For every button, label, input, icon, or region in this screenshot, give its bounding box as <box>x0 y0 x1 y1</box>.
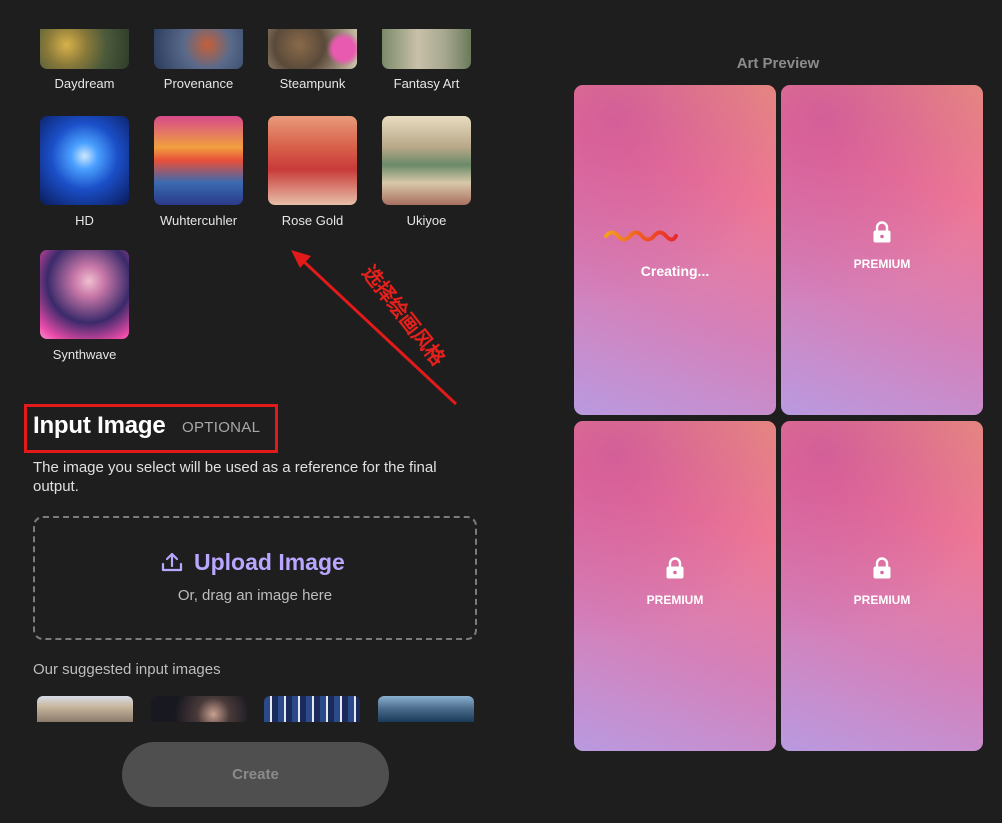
input-image-title: Input Image <box>33 412 166 439</box>
lock-icon <box>873 557 891 579</box>
upload-icon <box>161 552 183 572</box>
art-preview-title: Art Preview <box>736 55 820 72</box>
create-button[interactable]: Create <box>122 742 389 807</box>
preview-card-2[interactable]: PREMIUM <box>781 85 983 415</box>
optional-label: OPTIONAL <box>182 419 261 436</box>
suggested-images-title: Our suggested input images <box>33 661 221 678</box>
upload-image-button[interactable]: Upload Image <box>194 549 345 576</box>
preview-card-1: Creating... <box>574 85 776 415</box>
upload-dropzone[interactable] <box>33 516 477 640</box>
wave-loader-icon <box>604 230 678 242</box>
premium-label: PREMIUM <box>646 593 704 607</box>
input-image-description: The image you select will be used as a r… <box>33 459 437 495</box>
suggested-image-corridor[interactable] <box>264 696 360 722</box>
creating-status: Creating... <box>640 263 710 279</box>
suggested-image-owl[interactable] <box>37 696 133 722</box>
suggested-image-mountains[interactable] <box>378 696 474 722</box>
premium-label: PREMIUM <box>853 593 911 607</box>
lock-icon <box>873 221 891 243</box>
upload-drag-hint: Or, drag an image here <box>177 587 333 604</box>
lock-icon <box>666 557 684 579</box>
preview-card-4[interactable]: PREMIUM <box>781 421 983 751</box>
suggested-image-hand[interactable] <box>151 696 247 722</box>
premium-label: PREMIUM <box>853 257 911 271</box>
preview-card-3[interactable]: PREMIUM <box>574 421 776 751</box>
